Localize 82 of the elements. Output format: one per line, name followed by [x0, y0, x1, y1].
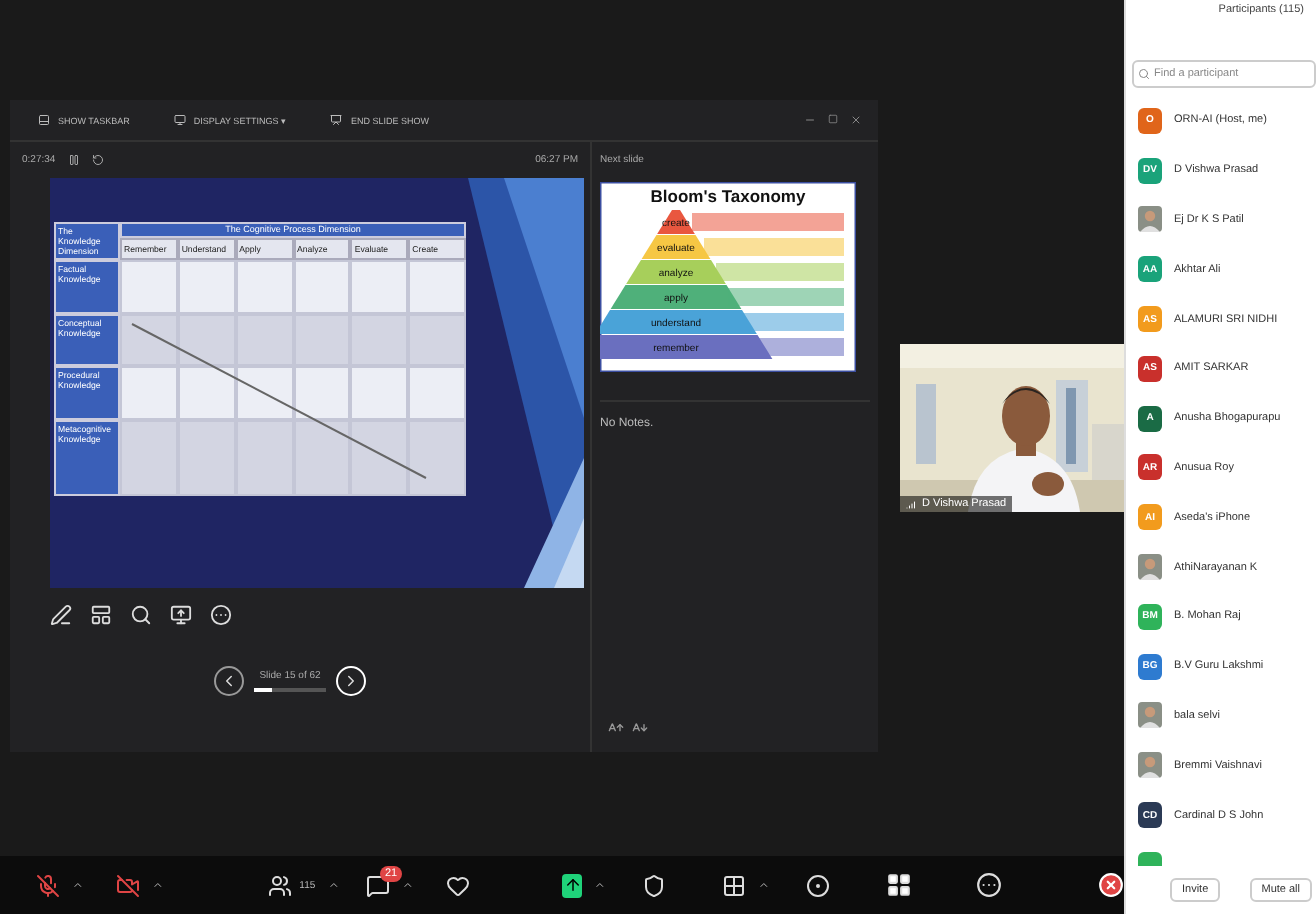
slide-stripe [554, 518, 584, 588]
monitor-icon [173, 114, 186, 126]
chat-button[interactable] [366, 873, 391, 897]
table-cell [120, 314, 178, 366]
table-cell [293, 314, 351, 366]
camera-off-icon [115, 873, 140, 897]
table-cell [120, 420, 178, 496]
more-icon[interactable] [210, 604, 232, 626]
avatar-icon [1138, 554, 1162, 581]
chevron-right-icon [342, 672, 360, 690]
table-cell [120, 260, 178, 314]
table-cell [408, 366, 466, 420]
chevron-left-icon [220, 672, 238, 690]
table-cell [235, 314, 293, 366]
table-cell [235, 366, 293, 420]
next-button[interactable] [336, 666, 366, 696]
end-button[interactable] [1097, 872, 1124, 898]
pen-icon[interactable] [50, 604, 72, 626]
table-cell [350, 420, 409, 496]
arrow-up-icon [563, 876, 582, 894]
record-icon [805, 873, 830, 897]
taskbar-icon [38, 114, 50, 126]
table-cell [120, 366, 178, 420]
font-increase-icon[interactable] [608, 720, 624, 736]
description-bar [704, 238, 844, 256]
caret-icon[interactable] [402, 878, 415, 892]
react-button[interactable] [446, 873, 471, 897]
close-icon[interactable] [850, 114, 862, 126]
muted-microphone-icon [36, 873, 60, 897]
description-bar [716, 263, 844, 281]
grid-icon [885, 872, 912, 898]
zoom-icon[interactable] [130, 604, 152, 626]
table-cell [177, 260, 236, 314]
table-cell [408, 420, 466, 496]
host-tools-button[interactable] [642, 873, 667, 897]
apps-button[interactable] [722, 873, 747, 897]
video-button[interactable] [115, 873, 140, 897]
apps-icon [722, 873, 747, 897]
breakout-rooms-button[interactable] [885, 872, 912, 898]
table-cell [177, 366, 236, 420]
slides-icon[interactable] [90, 604, 112, 626]
presentation-icon [330, 114, 343, 126]
heart-icon [446, 873, 471, 897]
caret-icon[interactable] [72, 878, 84, 892]
maximize-icon[interactable] [828, 114, 838, 124]
people-icon [267, 873, 292, 897]
table-cell [408, 314, 466, 366]
search-icon [1138, 68, 1150, 80]
slide-title: Bloom's Taxonomy [650, 186, 806, 206]
table-cell [293, 420, 351, 496]
previous-button[interactable] [214, 666, 244, 696]
audio-button[interactable] [36, 873, 60, 897]
font-decrease-icon[interactable] [632, 720, 648, 736]
caret-icon[interactable] [327, 878, 339, 892]
table-cell [293, 366, 351, 420]
avatar-icon [1138, 206, 1162, 233]
share-button[interactable] [562, 873, 583, 897]
restart-icon[interactable] [91, 154, 104, 166]
chat-icon [366, 873, 391, 897]
table-cell [177, 314, 236, 366]
description-bar [728, 288, 844, 306]
description-bar [740, 313, 844, 331]
caret-icon[interactable] [758, 878, 770, 892]
avatar-icon [1138, 752, 1162, 779]
table-cell [350, 366, 409, 420]
table-cell [177, 420, 236, 496]
avatar-icon [1138, 702, 1162, 729]
table-cell [350, 260, 409, 314]
pause-icon[interactable] [67, 154, 80, 166]
table-cell [293, 260, 351, 314]
screen-icon[interactable] [170, 604, 192, 626]
caret-icon[interactable] [594, 878, 607, 892]
caret-icon[interactable] [151, 878, 164, 892]
table-cell [350, 314, 409, 366]
more-icon [975, 872, 1002, 898]
table-cell [235, 420, 293, 496]
table-cell [408, 260, 466, 314]
table-cell [235, 260, 293, 314]
record-button[interactable] [805, 873, 830, 897]
signal-icon [906, 498, 918, 510]
shield-icon [642, 873, 667, 897]
more-button[interactable] [975, 872, 1002, 898]
